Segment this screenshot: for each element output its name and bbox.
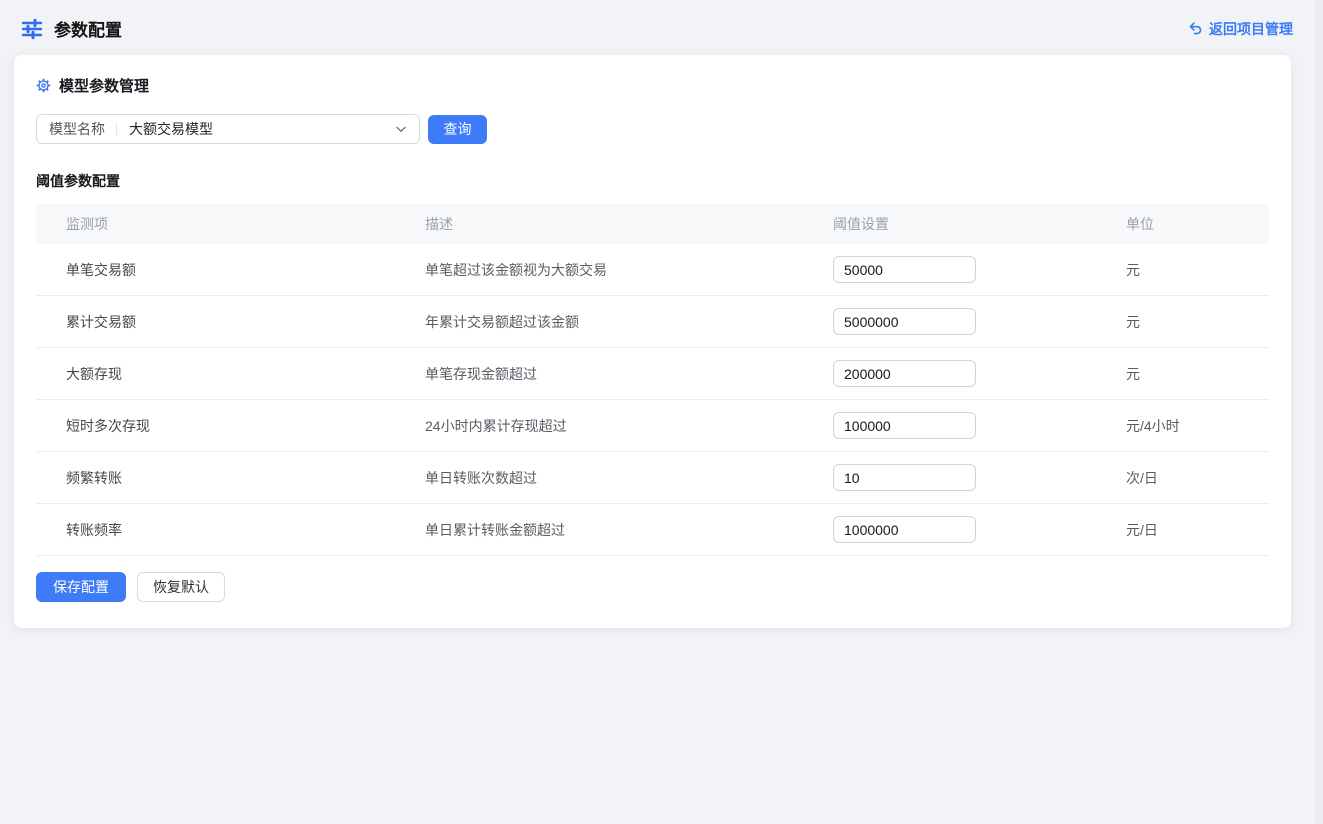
chevron-down-icon bbox=[394, 122, 408, 136]
item-description: 年累计交易额超过该金额 bbox=[395, 312, 803, 332]
item-description: 单日累计转账金额超过 bbox=[395, 520, 803, 540]
back-link-label: 返回项目管理 bbox=[1209, 19, 1293, 39]
threshold-input[interactable] bbox=[833, 360, 976, 387]
item-description: 单笔超过该金额视为大额交易 bbox=[395, 260, 803, 280]
unit-label: 元 bbox=[1096, 312, 1269, 332]
model-name-label: 模型名称 bbox=[37, 119, 116, 139]
threshold-input[interactable] bbox=[833, 516, 976, 543]
table-row: 短时多次存现 24小时内累计存现超过 元/4小时 bbox=[36, 400, 1269, 452]
table-row: 累计交易额 年累计交易额超过该金额 元 bbox=[36, 296, 1269, 348]
query-button[interactable]: 查询 bbox=[428, 115, 487, 144]
page-title: 参数配置 bbox=[54, 16, 122, 41]
monitor-item: 转账频率 bbox=[36, 520, 395, 540]
scrollbar[interactable] bbox=[1315, 0, 1323, 824]
item-description: 24小时内累计存现超过 bbox=[395, 416, 803, 436]
filter-row: 模型名称 大额交易模型 查询 bbox=[36, 114, 1269, 144]
table-header-row: 监测项 描述 阈值设置 单位 bbox=[36, 204, 1269, 244]
threshold-input[interactable] bbox=[833, 412, 976, 439]
table-row: 大额存现 单笔存现金额超过 元 bbox=[36, 348, 1269, 400]
gear-icon bbox=[36, 78, 51, 93]
monitor-item: 大额存现 bbox=[36, 364, 395, 384]
undo-arrow-icon bbox=[1188, 21, 1203, 36]
column-header-unit: 单位 bbox=[1096, 214, 1269, 234]
unit-label: 元 bbox=[1096, 364, 1269, 384]
column-header-item: 监测项 bbox=[36, 214, 395, 234]
table-row: 频繁转账 单日转账次数超过 次/日 bbox=[36, 452, 1269, 504]
unit-label: 次/日 bbox=[1096, 468, 1269, 488]
top-bar: 参数配置 返回项目管理 bbox=[0, 0, 1323, 44]
model-name-value: 大额交易模型 bbox=[129, 119, 213, 139]
model-parameter-card: 模型参数管理 模型名称 大额交易模型 查询 阈值参数配置 监测项 描述 阈值设置… bbox=[14, 55, 1291, 628]
table-row: 单笔交易额 单笔超过该金额视为大额交易 元 bbox=[36, 244, 1269, 296]
select-divider bbox=[116, 122, 117, 136]
threshold-input[interactable] bbox=[833, 256, 976, 283]
threshold-section-title: 阈值参数配置 bbox=[36, 171, 1269, 191]
monitor-item: 单笔交易额 bbox=[36, 260, 395, 280]
unit-label: 元/日 bbox=[1096, 520, 1269, 540]
table-row: 转账频率 单日累计转账金额超过 元/日 bbox=[36, 504, 1269, 556]
restore-default-button[interactable]: 恢复默认 bbox=[137, 572, 225, 602]
monitor-item: 短时多次存现 bbox=[36, 416, 395, 436]
card-title: 模型参数管理 bbox=[59, 75, 149, 96]
column-header-desc: 描述 bbox=[395, 214, 803, 234]
monitor-item: 频繁转账 bbox=[36, 468, 395, 488]
threshold-input[interactable] bbox=[833, 464, 976, 491]
back-to-project-link[interactable]: 返回项目管理 bbox=[1188, 19, 1293, 39]
threshold-table: 监测项 描述 阈值设置 单位 单笔交易额 单笔超过该金额视为大额交易 元 累计交… bbox=[36, 204, 1269, 556]
unit-label: 元/4小时 bbox=[1096, 416, 1269, 436]
model-name-select[interactable]: 模型名称 大额交易模型 bbox=[36, 114, 420, 144]
monitor-item: 累计交易额 bbox=[36, 312, 395, 332]
footer-buttons: 保存配置 恢复默认 bbox=[36, 572, 1269, 602]
threshold-input[interactable] bbox=[833, 308, 976, 335]
card-title-row: 模型参数管理 bbox=[36, 75, 1269, 96]
sliders-icon bbox=[20, 17, 44, 41]
unit-label: 元 bbox=[1096, 260, 1269, 280]
column-header-threshold: 阈值设置 bbox=[803, 214, 1096, 234]
save-config-button[interactable]: 保存配置 bbox=[36, 572, 126, 602]
item-description: 单日转账次数超过 bbox=[395, 468, 803, 488]
item-description: 单笔存现金额超过 bbox=[395, 364, 803, 384]
